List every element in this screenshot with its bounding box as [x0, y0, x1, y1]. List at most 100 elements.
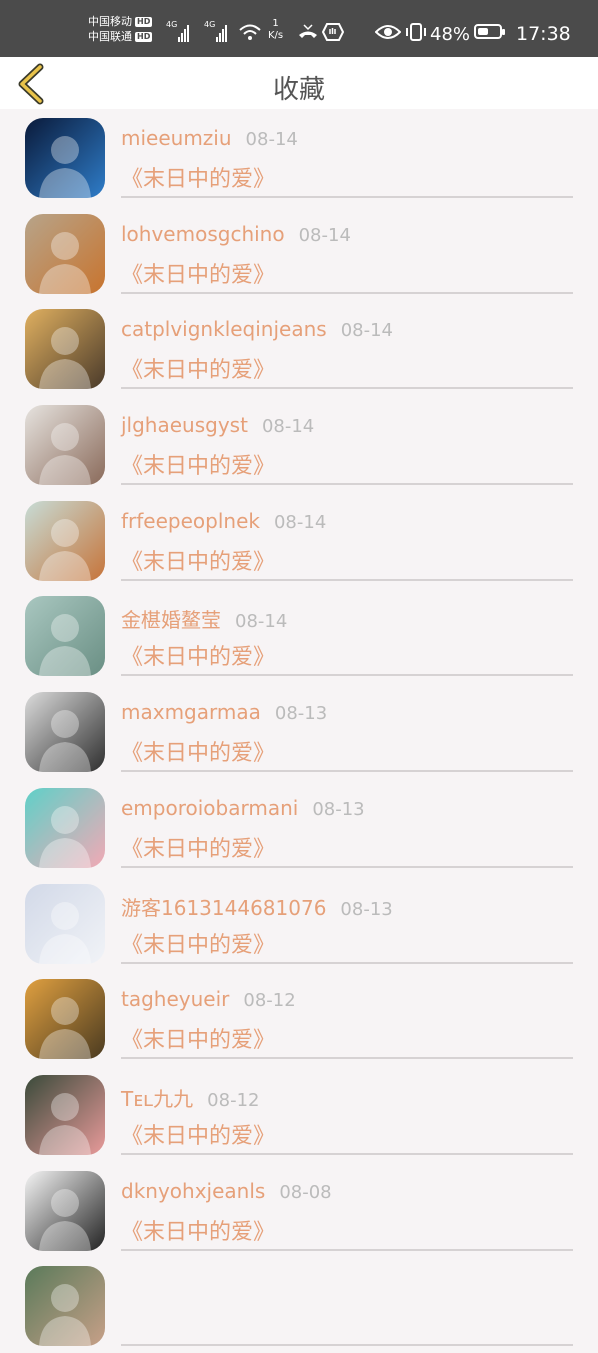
avatar-image [39, 710, 91, 773]
book-title[interactable]: 《末日中的爱》 [121, 1118, 275, 1150]
favorite-info: Tᴇʟ九九 08-12 《末日中的爱》 [121, 1066, 573, 1155]
username[interactable]: 游客1613144681076 [121, 896, 326, 920]
favorite-date: 08-14 [235, 611, 288, 633]
favorite-date: 08-08 [279, 1181, 332, 1203]
battery-icon [474, 24, 505, 39]
carrier-1: 中国移动 [88, 15, 132, 28]
book-title[interactable]: 《末日中的爱》 [121, 352, 275, 384]
user-avatar[interactable] [25, 1170, 105, 1251]
favorite-item[interactable]: mieeumziu 08-14 《末日中的爱》 [0, 109, 598, 205]
favorite-info: dknyohxjeanls 08-08 《末日中的爱》 [121, 1162, 573, 1251]
eye-icon [374, 22, 402, 47]
hd-badge: HD [135, 31, 153, 42]
battery-level [478, 28, 488, 35]
avatar-image [39, 423, 91, 486]
book-title[interactable]: 《末日中的爱》 [121, 257, 275, 289]
avatar-image [39, 614, 91, 677]
signal-icon: 4G [204, 20, 227, 42]
app-header: 收藏 [0, 57, 598, 109]
favorite-info: jlghaeusgyst 08-14 《末日中的爱》 [121, 396, 573, 486]
avatar-image [39, 805, 91, 868]
favorite-date: 08-14 [340, 320, 394, 342]
favorite-item[interactable]: jlghaeusgyst 08-14 《末日中的爱》 [0, 396, 598, 492]
hd-badge: HD [135, 16, 153, 27]
avatar-image [39, 1188, 91, 1251]
username[interactable]: mieeumziu [121, 126, 232, 150]
favorite-info [121, 1257, 573, 1347]
favorite-date: 08-14 [298, 224, 351, 246]
book-title[interactable]: 《末日中的爱》 [121, 639, 275, 671]
avatar-image [39, 997, 91, 1060]
book-title[interactable]: 《末日中的爱》 [121, 1214, 275, 1246]
user-avatar[interactable] [25, 883, 105, 964]
user-avatar[interactable] [25, 405, 105, 486]
favorite-item[interactable]: catplvignkleqinjeans 08-14 《末日中的爱》 [0, 300, 598, 396]
avatar-image [39, 327, 91, 390]
battery-percent: 48% [430, 24, 471, 45]
user-avatar[interactable] [25, 692, 105, 773]
favorite-info: emporoiobarmani 08-13 《末日中的爱》 [121, 779, 573, 868]
favorite-date: 08-13 [340, 898, 393, 920]
username[interactable]: tagheyueir [121, 987, 229, 1011]
user-avatar[interactable] [25, 596, 105, 677]
signal-icon: 4G [166, 20, 189, 42]
username[interactable]: catplvignkleqinjeans [121, 317, 327, 341]
user-avatar[interactable] [25, 213, 105, 294]
username[interactable]: emporoiobarmani [121, 796, 298, 820]
favorite-item[interactable]: 金椹婚鳌莹 08-14 《末日中的爱》 [0, 587, 598, 683]
book-title[interactable]: 《末日中的爱》 [121, 448, 275, 480]
user-avatar[interactable] [25, 500, 105, 581]
status-bar: 中国移动 HD 中国联通 HD 4G 4G 1 K/s 48% 17:38 [0, 0, 598, 57]
favorite-item[interactable]: dknyohxjeanls 08-08 《末日中的爱》 [0, 1162, 598, 1258]
avatar-image [39, 518, 91, 581]
book-title[interactable]: 《末日中的爱》 [121, 735, 275, 767]
user-avatar[interactable] [25, 787, 105, 868]
favorite-item[interactable]: 游客1613144681076 08-13 《末日中的爱》 [0, 875, 598, 971]
username[interactable]: frfeepeoplnek [121, 509, 260, 533]
username[interactable]: dknyohxjeanls [121, 1179, 265, 1203]
username[interactable]: maxmgarmaa [121, 700, 261, 724]
favorite-item[interactable]: frfeepeoplnek 08-14 《末日中的爱》 [0, 492, 598, 588]
user-avatar[interactable] [25, 1266, 105, 1347]
wifi-icon [238, 22, 262, 47]
favorite-date: 08-14 [273, 511, 327, 533]
username[interactable]: Tᴇʟ九九 [121, 1087, 193, 1111]
favorite-date: 08-12 [207, 1089, 260, 1111]
shield-icon [321, 22, 345, 47]
avatar-image [39, 231, 91, 294]
vibrate-icon [404, 22, 428, 47]
avatar-image [39, 136, 91, 198]
favorite-item[interactable]: Tᴇʟ九九 08-12 《末日中的爱》 [0, 1066, 598, 1162]
favorite-item[interactable]: lohvemosgchino 08-14 《末日中的爱》 [0, 205, 598, 301]
favorite-info: tagheyueir 08-12 《末日中的爱》 [121, 970, 573, 1060]
favorite-info: catplvignkleqinjeans 08-14 《末日中的爱》 [121, 300, 573, 390]
favorite-item[interactable] [0, 1257, 598, 1353]
network-speed: 1 K/s [268, 18, 284, 41]
favorite-item[interactable]: emporoiobarmani 08-13 《末日中的爱》 [0, 779, 598, 875]
username[interactable]: 金椹婚鳌莹 [121, 608, 221, 632]
favorite-item[interactable]: maxmgarmaa 08-13 《末日中的爱》 [0, 683, 598, 779]
book-title[interactable]: 《末日中的爱》 [121, 161, 275, 193]
missed-call-icon [297, 22, 319, 47]
book-title[interactable]: 《末日中的爱》 [121, 831, 275, 863]
user-avatar[interactable] [25, 309, 105, 390]
user-avatar[interactable] [25, 1074, 105, 1155]
clock: 17:38 [516, 23, 571, 45]
user-avatar[interactable] [25, 118, 105, 198]
book-title[interactable]: 《末日中的爱》 [121, 1022, 275, 1054]
favorite-date: 08-13 [274, 703, 328, 725]
favorites-list[interactable]: mieeumziu 08-14 《末日中的爱》 lohvemosgchino 08-14… [0, 109, 598, 1353]
favorite-item[interactable]: tagheyueir 08-12 《末日中的爱》 [0, 970, 598, 1066]
avatar-image [39, 1092, 91, 1155]
carrier-info: 中国移动 HD 中国联通 HD [88, 14, 153, 44]
book-title[interactable]: 《末日中的爱》 [121, 544, 275, 576]
favorite-info: 金椹婚鳌莹 08-14 《末日中的爱》 [121, 587, 573, 677]
username[interactable]: lohvemosgchino [121, 222, 285, 246]
favorite-date: 08-14 [261, 416, 315, 438]
book-title[interactable]: 《末日中的爱》 [121, 927, 275, 959]
favorite-info: lohvemosgchino 08-14 《末日中的爱》 [121, 205, 573, 294]
user-avatar[interactable] [25, 979, 105, 1060]
favorite-info: maxmgarmaa 08-13 《末日中的爱》 [121, 683, 573, 773]
username[interactable]: jlghaeusgyst [121, 413, 248, 437]
favorite-info: frfeepeoplnek 08-14 《末日中的爱》 [121, 492, 573, 581]
